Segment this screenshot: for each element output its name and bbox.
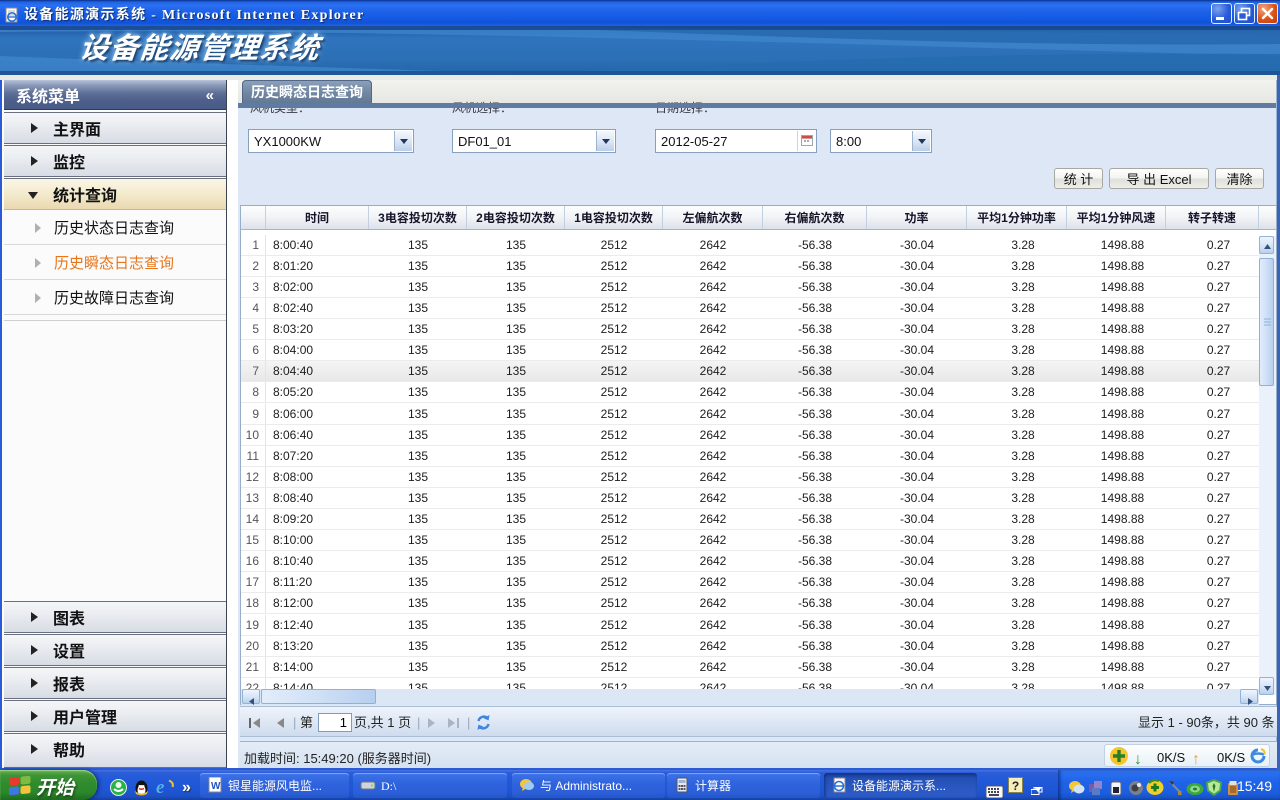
svg-text:e: e <box>156 778 165 796</box>
svg-text:W: W <box>211 781 221 792</box>
